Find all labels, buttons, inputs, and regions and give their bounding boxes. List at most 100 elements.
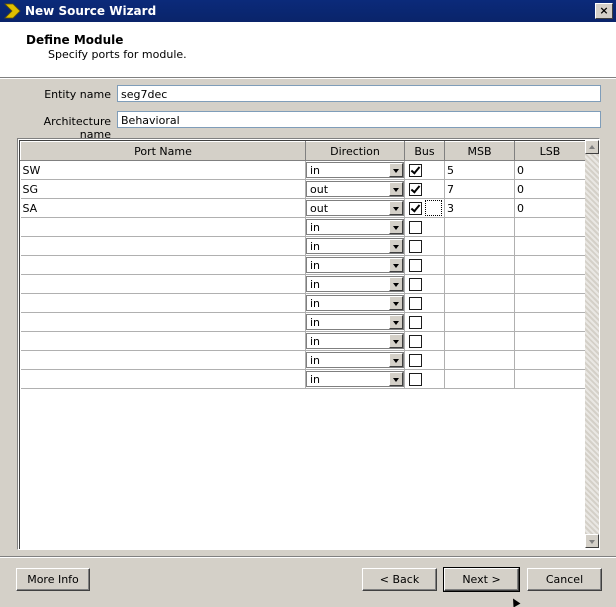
bus-cell <box>404 160 445 180</box>
bus-checkbox[interactable] <box>409 239 422 253</box>
architecture-name-input[interactable]: Behavioral <box>117 111 601 128</box>
dropdown-arrow-icon[interactable] <box>389 201 403 215</box>
msb-cell[interactable] <box>444 236 515 256</box>
direction-select[interactable]: in <box>306 352 404 368</box>
lsb-cell[interactable] <box>514 217 586 237</box>
direction-select[interactable]: out <box>306 200 404 216</box>
msb-cell[interactable]: 3 <box>444 198 515 218</box>
direction-value: in <box>310 373 321 386</box>
ports-grid: Port Name Direction Bus MSB LSB SW in 5 0 SG… <box>17 138 600 550</box>
bus-checkbox[interactable] <box>409 182 422 196</box>
bus-checkbox[interactable] <box>409 201 422 215</box>
table-row: in <box>20 331 586 351</box>
column-header-bus[interactable]: Bus <box>404 141 445 161</box>
direction-select[interactable]: in <box>306 276 404 292</box>
msb-cell[interactable] <box>444 331 515 351</box>
cancel-button[interactable]: Cancel <box>527 568 602 591</box>
lsb-cell[interactable] <box>514 274 586 294</box>
next-button[interactable]: Next > <box>443 567 520 592</box>
dropdown-arrow-icon[interactable] <box>389 258 403 272</box>
bus-cell <box>404 236 445 256</box>
entity-name-label: Entity name <box>44 88 111 101</box>
msb-cell[interactable] <box>444 217 515 237</box>
bus-checkbox[interactable] <box>409 353 422 367</box>
bus-checkbox[interactable] <box>409 296 422 310</box>
msb-cell[interactable]: 5 <box>444 160 515 180</box>
port-name-cell[interactable] <box>20 293 306 313</box>
msb-cell[interactable] <box>444 293 515 313</box>
column-header-direction[interactable]: Direction <box>305 141 405 161</box>
lsb-cell[interactable]: 0 <box>514 198 586 218</box>
msb-cell[interactable] <box>444 369 515 389</box>
msb-cell[interactable] <box>444 312 515 332</box>
dropdown-arrow-icon[interactable] <box>389 296 403 310</box>
port-name-cell[interactable] <box>20 350 306 370</box>
bus-checkbox[interactable] <box>409 315 422 329</box>
ports-grid-body: Port Name Direction Bus MSB LSB SW in 5 0 SG… <box>19 140 586 549</box>
lsb-cell[interactable] <box>514 255 586 275</box>
bus-checkbox[interactable] <box>409 334 422 348</box>
back-button[interactable]: < Back <box>362 568 437 591</box>
dropdown-arrow-icon[interactable] <box>389 239 403 253</box>
lsb-cell[interactable] <box>514 369 586 389</box>
direction-select[interactable]: in <box>306 295 404 311</box>
port-name-cell[interactable] <box>20 312 306 332</box>
close-button[interactable]: × <box>595 3 613 19</box>
scroll-up-button[interactable] <box>585 140 599 154</box>
direction-cell: in <box>305 236 405 256</box>
port-name-cell[interactable] <box>20 236 306 256</box>
msb-cell[interactable] <box>444 274 515 294</box>
dropdown-arrow-icon[interactable] <box>389 163 403 177</box>
bus-checkbox[interactable] <box>409 220 422 234</box>
dropdown-arrow-icon[interactable] <box>389 353 403 367</box>
direction-select[interactable]: in <box>306 314 404 330</box>
lsb-cell[interactable]: 0 <box>514 160 586 180</box>
vertical-scrollbar[interactable] <box>585 140 599 548</box>
dropdown-arrow-icon[interactable] <box>389 372 403 386</box>
bus-checkbox[interactable] <box>409 372 422 386</box>
direction-select[interactable]: in <box>306 257 404 273</box>
dropdown-arrow-icon[interactable] <box>389 315 403 329</box>
lsb-cell[interactable] <box>514 331 586 351</box>
port-name-cell[interactable]: SG <box>20 179 306 199</box>
port-name-cell[interactable] <box>20 331 306 351</box>
port-name-cell[interactable] <box>20 369 306 389</box>
msb-cell[interactable]: 7 <box>444 179 515 199</box>
bus-checkbox[interactable] <box>409 258 422 272</box>
column-header-msb[interactable]: MSB <box>444 141 515 161</box>
scroll-down-button[interactable] <box>585 534 599 548</box>
port-name-cell[interactable] <box>20 274 306 294</box>
bus-checkbox[interactable] <box>409 277 422 291</box>
port-name-cell[interactable] <box>20 255 306 275</box>
direction-cell: in <box>305 369 405 389</box>
direction-select[interactable]: in <box>306 371 404 387</box>
dropdown-arrow-icon[interactable] <box>389 182 403 196</box>
direction-select[interactable]: in <box>306 238 404 254</box>
table-row: SW in 5 0 <box>20 160 586 180</box>
port-name-cell[interactable]: SW <box>20 160 306 180</box>
msb-cell[interactable] <box>444 255 515 275</box>
column-header-port-name[interactable]: Port Name <box>20 141 306 161</box>
lsb-cell[interactable] <box>514 293 586 313</box>
port-name-cell[interactable]: SA <box>20 198 306 218</box>
more-info-button[interactable]: More Info <box>16 568 90 591</box>
direction-select[interactable]: out <box>306 181 404 197</box>
lsb-cell[interactable] <box>514 236 586 256</box>
bus-checkbox[interactable] <box>409 163 422 177</box>
direction-select[interactable]: in <box>306 219 404 235</box>
entity-name-input[interactable]: seg7dec <box>117 85 601 102</box>
dropdown-arrow-icon[interactable] <box>389 334 403 348</box>
direction-select[interactable]: in <box>306 162 404 178</box>
dropdown-arrow-icon[interactable] <box>389 220 403 234</box>
lsb-cell[interactable] <box>514 350 586 370</box>
column-header-lsb[interactable]: LSB <box>514 141 586 161</box>
port-name-cell[interactable] <box>20 217 306 237</box>
msb-cell[interactable] <box>444 350 515 370</box>
mouse-cursor-icon <box>509 596 521 607</box>
lsb-cell[interactable] <box>514 312 586 332</box>
bus-cell <box>404 179 445 199</box>
dropdown-arrow-icon[interactable] <box>389 277 403 291</box>
direction-value: in <box>310 316 321 329</box>
direction-select[interactable]: in <box>306 333 404 349</box>
lsb-cell[interactable]: 0 <box>514 179 586 199</box>
